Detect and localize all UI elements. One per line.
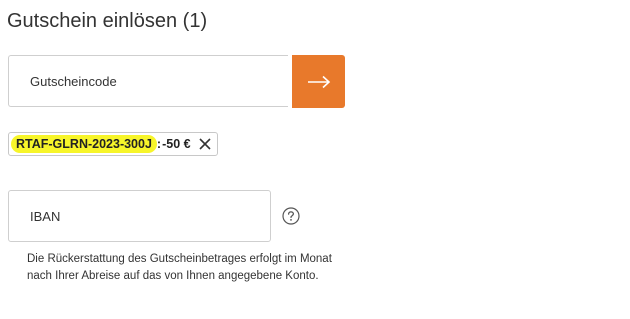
applied-voucher-discount: -50 € — [162, 137, 191, 151]
applied-voucher-separator: : — [156, 137, 162, 151]
close-icon — [199, 138, 211, 150]
applied-voucher-chip: RTAF-GLRN-2023-300J : -50 € — [8, 132, 218, 156]
applied-voucher-code: RTAF-GLRN-2023-300J — [11, 135, 157, 153]
question-circle-icon[interactable] — [282, 207, 300, 225]
remove-voucher-button[interactable] — [199, 138, 211, 150]
iban-hint-text: Die Rückerstattung des Gutscheinbetrages… — [27, 253, 332, 282]
iban-input[interactable] — [8, 190, 271, 242]
redeem-voucher-button[interactable] — [292, 55, 345, 108]
voucher-heading: Gutschein einlösen (1) — [7, 10, 208, 32]
arrow-right-icon — [307, 75, 330, 88]
voucher-code-input[interactable] — [8, 55, 288, 107]
